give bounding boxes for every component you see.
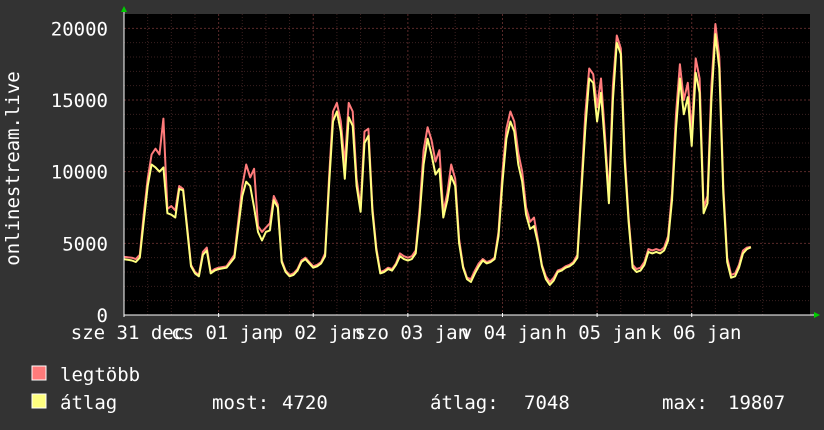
legend-swatch-atlag xyxy=(31,393,47,409)
plot-area xyxy=(124,14,810,315)
stat-max-value: 19807 xyxy=(728,392,785,414)
y-tick-label: 10000 xyxy=(51,162,108,184)
x-tick-label: p 02 jan xyxy=(271,322,363,344)
x-tick-labels: sze 31 deccs 01 janp 02 janszo 03 janv 0… xyxy=(71,322,742,344)
legend-swatch-legtobb xyxy=(31,365,47,381)
legend-label-legtobb: legtöbb xyxy=(60,364,140,386)
x-tick-label: sze 31 dec xyxy=(71,322,185,344)
chart: 05000100001500020000 sze 31 deccs 01 jan… xyxy=(0,0,824,430)
x-tick-label: k 06 jan xyxy=(650,322,742,344)
y-tick-label: 15000 xyxy=(51,90,108,112)
y-tick-label: 20000 xyxy=(51,18,108,40)
stat-most-label: most: xyxy=(212,392,269,414)
x-tick-label: cs 01 jan xyxy=(171,322,274,344)
y-axis-label: onlinestream.live xyxy=(2,71,24,265)
stat-most-value: 4720 xyxy=(282,392,328,414)
x-tick-label: szo 03 jan xyxy=(355,322,469,344)
stat-atlag-label: átlag: xyxy=(430,392,499,414)
stat-atlag-value: 7048 xyxy=(524,392,570,414)
y-tick-label: 5000 xyxy=(62,233,108,255)
stat-max-label: max: xyxy=(662,392,708,414)
x-tick-label: h 05 jan xyxy=(555,322,647,344)
x-tick-label: v 04 jan xyxy=(461,322,553,344)
legend-label-atlag: átlag xyxy=(60,392,117,414)
